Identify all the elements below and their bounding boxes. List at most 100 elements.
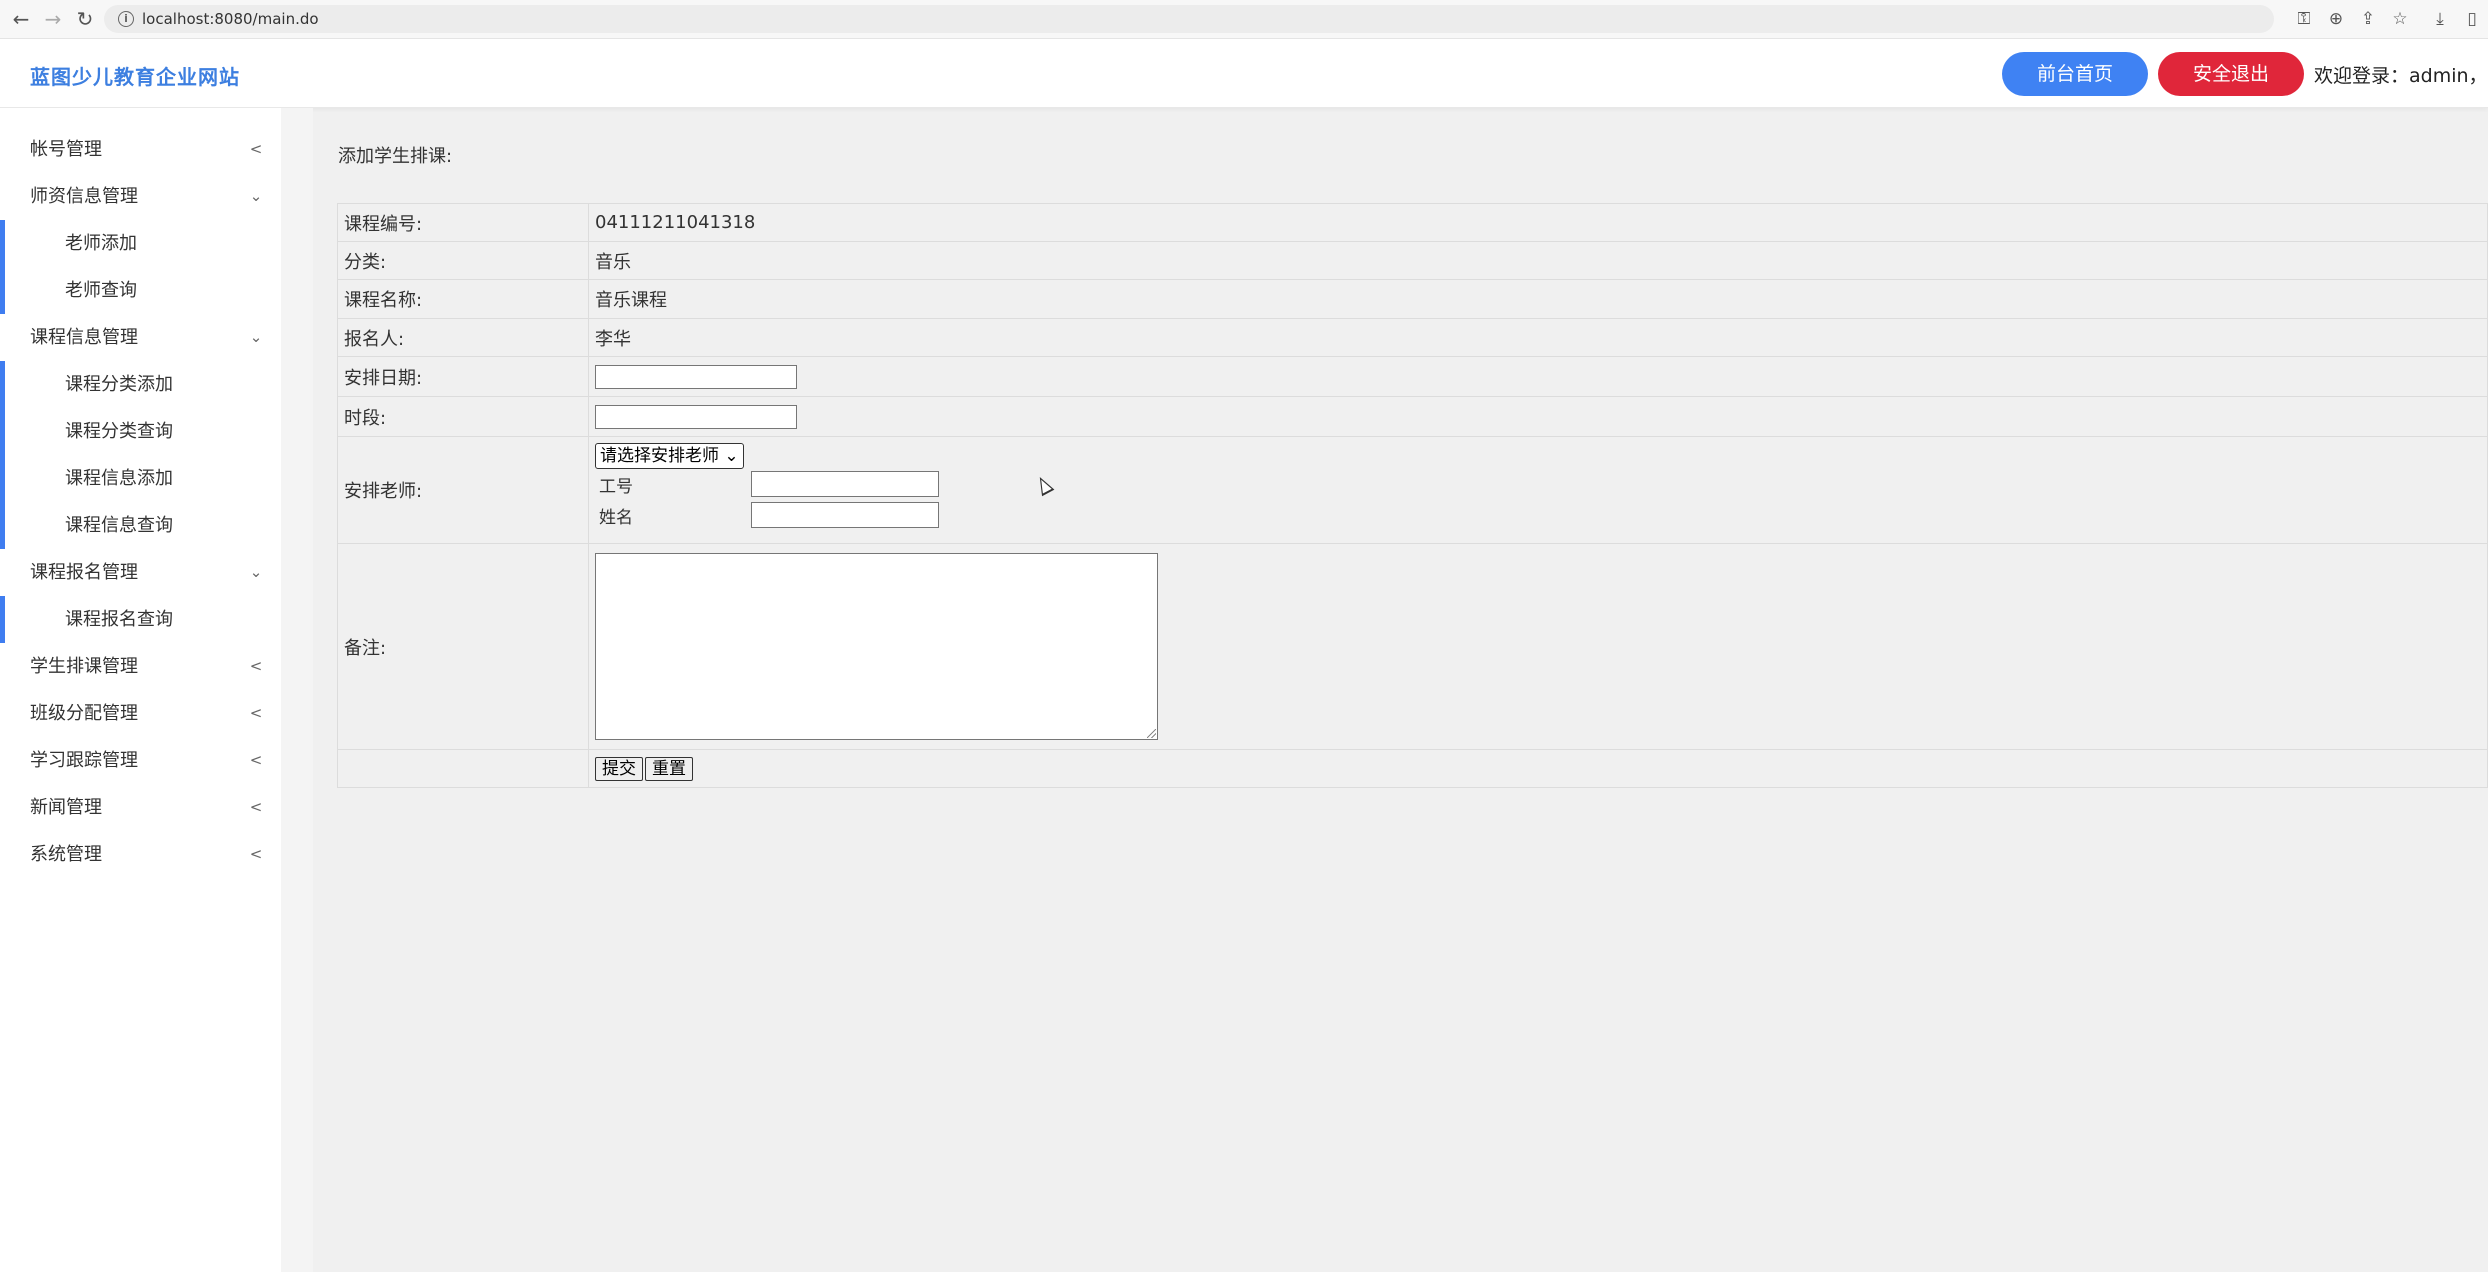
zoom-icon[interactable]: ⊕ <box>2322 6 2350 32</box>
active-indicator <box>0 361 5 408</box>
star-icon[interactable]: ☆ <box>2386 6 2414 32</box>
sidebar-item-label: 课程分类查询 <box>65 421 173 442</box>
active-indicator <box>0 502 5 549</box>
active-indicator <box>0 596 5 643</box>
sidebar-item-tracking[interactable]: 学习跟踪管理 < <box>0 737 281 784</box>
chevron-left-icon: < <box>249 140 263 158</box>
sidebar-item-teacher-info[interactable]: 师资信息管理 ⌄ <box>0 173 281 220</box>
period-input[interactable] <box>595 404 797 429</box>
site-info-icon[interactable]: i <box>118 11 134 27</box>
sidebar-item-label: 老师查询 <box>65 280 137 301</box>
page-title: 添加学生排课: <box>338 146 453 167</box>
sidebar-item-label: 帐号管理 <box>30 139 102 160</box>
sidebar-toggle-icon[interactable]: ▯ <box>2458 6 2486 32</box>
remark-cell <box>588 543 2488 750</box>
logout-button[interactable]: 安全退出 <box>2158 52 2304 96</box>
actions-cell: 提交 重置 <box>588 749 2488 788</box>
site-brand[interactable]: 蓝图少儿教育企业网站 <box>30 61 240 90</box>
empty-cell <box>337 749 589 788</box>
job-no-label: 工号 <box>599 477 633 497</box>
sidebar-item-account[interactable]: 帐号管理 < <box>0 126 281 173</box>
sidebar-item-label: 老师添加 <box>65 233 137 254</box>
sidebar-subitem-course-cat-query[interactable]: 课程分类查询 <box>0 408 281 455</box>
applicant-value: 李华 <box>588 318 2488 357</box>
download-icon[interactable]: ⤓ <box>2426 6 2454 32</box>
period-label: 时段: <box>337 396 589 437</box>
name-label: 姓名 <box>599 508 633 528</box>
active-indicator <box>0 455 5 502</box>
course-name-label: 课程名称: <box>337 279 589 319</box>
sidebar-item-label: 班级分配管理 <box>30 703 138 724</box>
category-value: 音乐 <box>588 241 2488 280</box>
home-button[interactable]: 前台首页 <box>2002 52 2148 96</box>
active-indicator <box>0 408 5 455</box>
submit-button[interactable]: 提交 <box>595 756 643 781</box>
sidebar-item-class-assign[interactable]: 班级分配管理 < <box>0 690 281 737</box>
chevron-down-icon: ⌄ <box>249 563 263 581</box>
chevron-down-icon: ⌄ <box>249 187 263 205</box>
app-header: 蓝图少儿教育企业网站 前台首页 安全退出 欢迎登录：admin，管 <box>0 39 2488 108</box>
course-no-value: 04111211041318 <box>588 203 2488 242</box>
sidebar-gutter <box>281 108 313 1272</box>
remark-textarea[interactable] <box>595 553 1158 740</box>
back-icon[interactable]: ← <box>8 6 34 32</box>
name-row: 姓名 <box>595 500 2487 531</box>
date-label: 安排日期: <box>337 356 589 397</box>
sidebar-subitem-course-info-query[interactable]: 课程信息查询 <box>0 502 281 549</box>
teacher-select[interactable]: 请选择安排老师 ⌄ <box>595 443 744 469</box>
key-icon[interactable]: ⚿ <box>2290 6 2318 32</box>
remark-label: 备注: <box>337 543 589 750</box>
sidebar-item-label: 课程信息查询 <box>65 515 173 536</box>
applicant-label: 报名人: <box>337 318 589 357</box>
url-text: localhost:8080/main.do <box>142 10 319 28</box>
schedule-form: 课程编号: 04111211041318 分类: 音乐 课程名称: 音乐课程 报… <box>337 203 2488 788</box>
active-indicator <box>0 220 5 267</box>
date-cell <box>588 356 2488 397</box>
category-label: 分类: <box>337 241 589 280</box>
chevron-left-icon: < <box>249 657 263 675</box>
sidebar-item-label: 课程信息管理 <box>30 327 138 348</box>
sidebar-subitem-teacher-query[interactable]: 老师查询 <box>0 267 281 314</box>
chevron-down-icon: ⌄ <box>724 446 739 466</box>
sidebar-item-label: 学习跟踪管理 <box>30 750 138 771</box>
sidebar-subitem-enroll-query[interactable]: 课程报名查询 <box>0 596 281 643</box>
course-no-label: 课程编号: <box>337 203 589 242</box>
reload-icon[interactable]: ↻ <box>72 6 98 32</box>
chevron-left-icon: < <box>249 798 263 816</box>
sidebar-item-label: 课程报名查询 <box>65 609 173 630</box>
date-input[interactable] <box>595 364 797 389</box>
sidebar-item-schedule[interactable]: 学生排课管理 < <box>0 643 281 690</box>
sidebar-subitem-course-cat-add[interactable]: 课程分类添加 <box>0 361 281 408</box>
period-cell <box>588 396 2488 437</box>
sidebar-item-label: 学生排课管理 <box>30 656 138 677</box>
sidebar-item-label: 课程报名管理 <box>30 562 138 583</box>
chevron-left-icon: < <box>249 751 263 769</box>
resize-handle-icon[interactable] <box>1147 729 1156 738</box>
sidebar-subitem-course-info-add[interactable]: 课程信息添加 <box>0 455 281 502</box>
welcome-text: 欢迎登录：admin，管 <box>2314 65 2488 87</box>
sidebar-item-system[interactable]: 系统管理 < <box>0 831 281 878</box>
teacher-label: 安排老师: <box>337 436 589 544</box>
sidebar-item-label: 系统管理 <box>30 844 102 865</box>
sidebar-item-enroll[interactable]: 课程报名管理 ⌄ <box>0 549 281 596</box>
job-no-row: 工号 <box>595 469 2487 500</box>
sidebar-item-course-info[interactable]: 课程信息管理 ⌄ <box>0 314 281 361</box>
forward-icon[interactable]: → <box>40 6 66 32</box>
name-input[interactable] <box>751 502 939 528</box>
sidebar: 帐号管理 < 师资信息管理 ⌄ 老师添加 老师查询 课程信息管理 ⌄ 课程分类添… <box>0 108 281 1272</box>
sidebar-subitem-teacher-add[interactable]: 老师添加 <box>0 220 281 267</box>
teacher-select-value: 请选择安排老师 <box>600 446 719 466</box>
reset-button[interactable]: 重置 <box>645 756 693 781</box>
sidebar-item-label: 新闻管理 <box>30 797 102 818</box>
active-indicator <box>0 267 5 314</box>
sidebar-item-label: 课程分类添加 <box>65 374 173 395</box>
address-bar[interactable]: i localhost:8080/main.do <box>104 5 2274 33</box>
course-name-value: 音乐课程 <box>588 279 2488 319</box>
teacher-cell: 请选择安排老师 ⌄ 工号 姓名 <box>588 436 2488 544</box>
job-no-input[interactable] <box>751 471 939 497</box>
chevron-down-icon: ⌄ <box>249 328 263 346</box>
share-icon[interactable]: ⇪ <box>2354 6 2382 32</box>
sidebar-item-label: 课程信息添加 <box>65 468 173 489</box>
sidebar-item-news[interactable]: 新闻管理 < <box>0 784 281 831</box>
browser-toolbar: ← → ↻ i localhost:8080/main.do ⚿ ⊕ ⇪ ☆ ⤓… <box>0 0 2488 39</box>
